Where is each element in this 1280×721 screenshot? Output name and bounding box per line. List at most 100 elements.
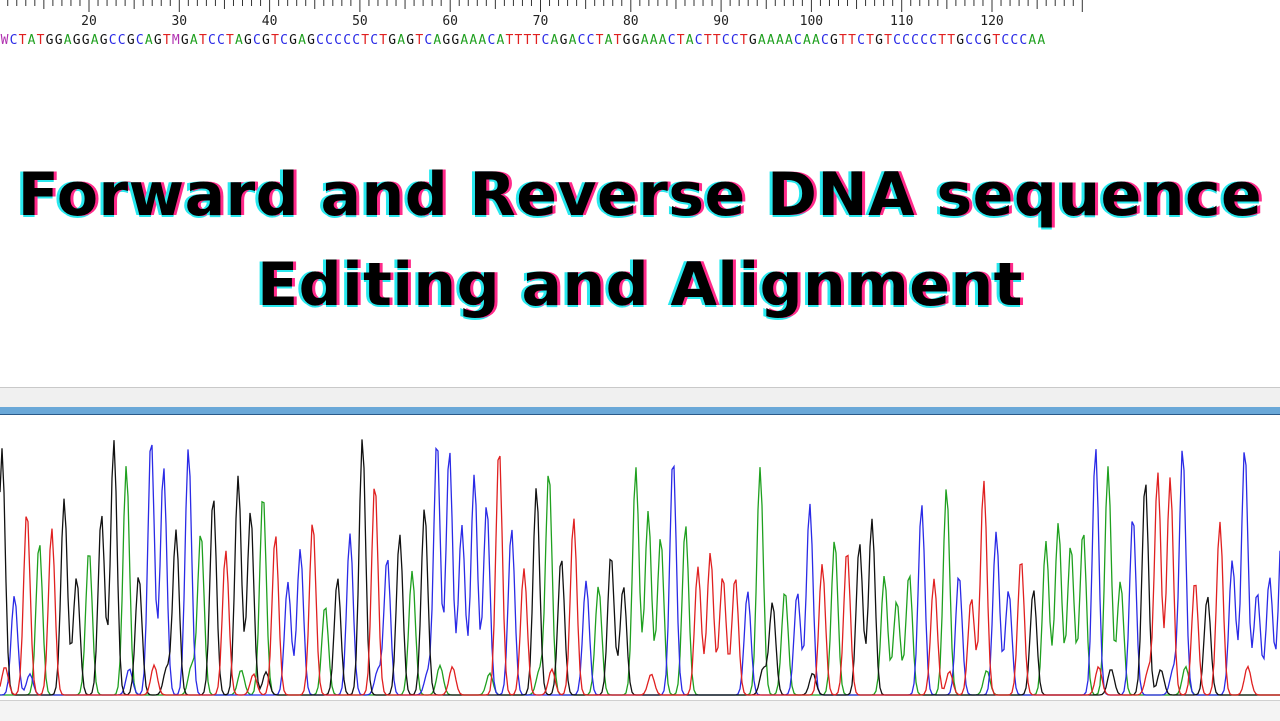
base-call[interactable]: G (748, 33, 757, 48)
base-call[interactable]: C (207, 33, 216, 48)
base-call[interactable]: A (27, 33, 36, 48)
base-call[interactable]: C (541, 33, 550, 48)
base-call[interactable]: T (361, 33, 370, 48)
base-call[interactable]: A (604, 33, 613, 48)
base-call[interactable]: A (658, 33, 667, 48)
base-call[interactable]: T (739, 33, 748, 48)
base-call[interactable]: T (18, 33, 27, 48)
base-call[interactable]: G (289, 33, 298, 48)
base-call[interactable]: A (685, 33, 694, 48)
base-call[interactable]: C (577, 33, 586, 48)
base-call[interactable]: A (640, 33, 649, 48)
base-call[interactable]: W (0, 33, 9, 48)
base-call[interactable]: C (325, 33, 334, 48)
base-call[interactable]: G (261, 33, 270, 48)
base-call[interactable]: G (45, 33, 54, 48)
base-call[interactable]: T (847, 33, 856, 48)
base-call[interactable]: C (920, 33, 929, 48)
base-call[interactable]: G (875, 33, 884, 48)
base-call[interactable]: A (469, 33, 478, 48)
base-call[interactable]: C (1001, 33, 1010, 48)
base-call[interactable]: C (929, 33, 938, 48)
base-call[interactable]: T (712, 33, 721, 48)
base-call[interactable]: C (667, 33, 676, 48)
base-call[interactable]: G (72, 33, 81, 48)
base-call[interactable]: A (234, 33, 243, 48)
base-call[interactable]: A (63, 33, 72, 48)
base-call[interactable]: T (162, 33, 171, 48)
base-call-sequence[interactable]: WCTATGGAGGAGCCGCAGTMGATCCTAGCGTCGAGCCCCC… (0, 33, 1280, 51)
base-call[interactable]: C (586, 33, 595, 48)
base-call[interactable]: A (568, 33, 577, 48)
base-call[interactable]: C (902, 33, 911, 48)
base-call[interactable]: G (406, 33, 415, 48)
base-call[interactable]: C (974, 33, 983, 48)
base-call[interactable]: C (694, 33, 703, 48)
base-call[interactable]: M (171, 33, 180, 48)
base-call[interactable]: G (622, 33, 631, 48)
base-call[interactable]: G (81, 33, 90, 48)
base-call[interactable]: C (343, 33, 352, 48)
base-call[interactable]: T (523, 33, 532, 48)
base-call[interactable]: C (721, 33, 730, 48)
base-call[interactable]: G (126, 33, 135, 48)
base-call[interactable]: C (1019, 33, 1028, 48)
base-call[interactable]: A (433, 33, 442, 48)
base-call[interactable]: C (856, 33, 865, 48)
base-call[interactable]: T (884, 33, 893, 48)
base-call[interactable]: T (532, 33, 541, 48)
base-call[interactable]: T (992, 33, 1001, 48)
base-call[interactable]: C (316, 33, 325, 48)
base-call[interactable]: A (802, 33, 811, 48)
base-call[interactable]: A (460, 33, 469, 48)
base-call[interactable]: G (388, 33, 397, 48)
base-call[interactable]: A (478, 33, 487, 48)
base-call[interactable]: C (135, 33, 144, 48)
base-call[interactable]: T (514, 33, 523, 48)
base-call[interactable]: G (54, 33, 63, 48)
base-call[interactable]: T (676, 33, 685, 48)
base-call[interactable]: G (99, 33, 108, 48)
base-call[interactable]: C (820, 33, 829, 48)
base-call[interactable]: G (307, 33, 316, 48)
base-call[interactable]: T (225, 33, 234, 48)
chromatogram-trace-panel[interactable] (0, 415, 1280, 700)
base-call[interactable]: C (108, 33, 117, 48)
base-call[interactable]: A (496, 33, 505, 48)
base-call[interactable]: A (189, 33, 198, 48)
base-call[interactable]: C (793, 33, 802, 48)
base-call[interactable]: C (965, 33, 974, 48)
base-call[interactable]: C (424, 33, 433, 48)
base-call[interactable]: A (775, 33, 784, 48)
base-call[interactable]: T (866, 33, 875, 48)
base-call[interactable]: C (487, 33, 496, 48)
base-call[interactable]: C (730, 33, 739, 48)
base-call[interactable]: C (911, 33, 920, 48)
base-call[interactable]: C (279, 33, 288, 48)
base-call[interactable]: A (811, 33, 820, 48)
base-call[interactable]: G (153, 33, 162, 48)
base-call[interactable]: A (766, 33, 775, 48)
base-call[interactable]: A (550, 33, 559, 48)
base-call[interactable]: G (442, 33, 451, 48)
base-call[interactable]: T (505, 33, 514, 48)
base-call[interactable]: C (352, 33, 361, 48)
base-call[interactable]: G (559, 33, 568, 48)
base-call[interactable]: T (938, 33, 947, 48)
chromatogram-scroll-bar[interactable] (0, 407, 1280, 415)
base-call[interactable]: T (415, 33, 424, 48)
base-call[interactable]: C (893, 33, 902, 48)
base-call[interactable]: A (784, 33, 793, 48)
base-call[interactable]: G (243, 33, 252, 48)
base-call[interactable]: G (956, 33, 965, 48)
base-call[interactable]: C (1010, 33, 1019, 48)
base-call[interactable]: T (703, 33, 712, 48)
base-call[interactable]: T (198, 33, 207, 48)
base-call[interactable]: G (829, 33, 838, 48)
base-call[interactable]: T (595, 33, 604, 48)
base-call[interactable]: C (117, 33, 126, 48)
base-call[interactable]: T (613, 33, 622, 48)
base-call[interactable]: G (983, 33, 992, 48)
base-call[interactable]: C (9, 33, 18, 48)
base-call[interactable]: G (451, 33, 460, 48)
